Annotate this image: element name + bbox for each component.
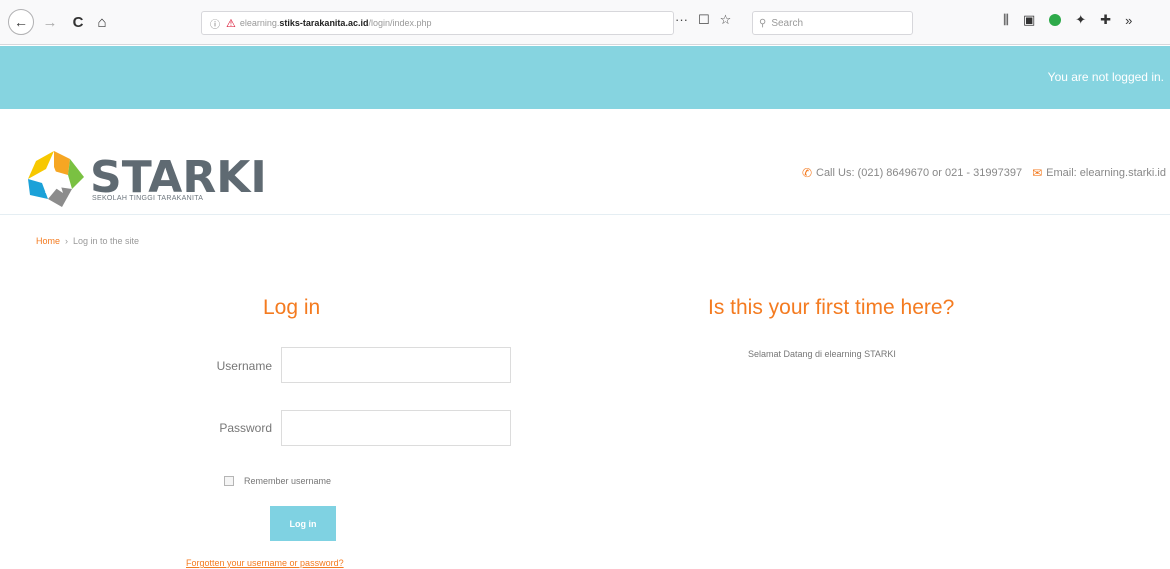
username-label: Username bbox=[216, 359, 272, 373]
login-submit-button[interactable]: Log in bbox=[270, 506, 336, 541]
first-time-heading: Is this your first time here? bbox=[708, 296, 955, 319]
reload-button[interactable]: C bbox=[66, 10, 90, 34]
home-button[interactable]: ⌂ bbox=[90, 10, 114, 34]
search-input[interactable]: ⚲ Search bbox=[752, 11, 913, 35]
breadcrumb-home-link[interactable]: Home bbox=[36, 236, 60, 246]
sidebar-icon[interactable]: ▣ bbox=[1023, 12, 1035, 28]
remember-checkbox[interactable] bbox=[224, 476, 234, 486]
top-navbar: You are not logged in. bbox=[0, 46, 1170, 109]
phone-icon: ✆ bbox=[801, 166, 812, 180]
starki-logo-icon bbox=[28, 151, 84, 207]
reload-icon: C bbox=[72, 13, 84, 31]
remember-username: Remember username bbox=[224, 476, 331, 486]
pocket-icon[interactable]: ☐ bbox=[698, 12, 710, 28]
password-label: Password bbox=[219, 421, 272, 435]
url-host: stiks-tarakanita.ac.id bbox=[279, 18, 369, 28]
insecure-lock-icon: ⚠ bbox=[226, 17, 236, 30]
site-header: STARKI SEKOLAH TINGGI TARAKANITA ✆ Call … bbox=[0, 109, 1170, 215]
browser-toolbar: ← → C ⌂ ⓘ ⚠ elearning. stiks-tarakanita.a… bbox=[0, 0, 1170, 45]
extension-puzzle-icon[interactable]: ✚ bbox=[1100, 12, 1111, 28]
login-status-text: You are not logged in. bbox=[1047, 70, 1164, 84]
url-path: /login/index.php bbox=[368, 18, 432, 28]
login-heading: Log in bbox=[263, 296, 321, 319]
overflow-menu-icon[interactable]: » bbox=[1125, 13, 1132, 28]
remember-label: Remember username bbox=[244, 476, 332, 486]
extension-green-icon[interactable] bbox=[1049, 14, 1062, 26]
search-placeholder: Search bbox=[771, 17, 804, 29]
toolbar-icons: ⫼ ▣ ✦ ✚ » bbox=[1003, 12, 1132, 28]
page-actions-menu-icon[interactable]: ··· bbox=[675, 12, 688, 28]
info-icon: ⓘ bbox=[210, 19, 220, 31]
username-input[interactable] bbox=[281, 347, 511, 383]
address-bar[interactable]: ⓘ ⚠ elearning. stiks-tarakanita.ac.id/log… bbox=[201, 11, 674, 35]
password-input[interactable] bbox=[281, 410, 511, 446]
call-text: Call Us: (021) 8649670 or 021 - 31997397 bbox=[816, 167, 1023, 179]
url-prefix: elearning. bbox=[239, 18, 280, 28]
extension-icon[interactable]: ✦ bbox=[1075, 12, 1086, 28]
breadcrumb: Home › Log in to the site bbox=[36, 236, 139, 246]
breadcrumb-separator: › bbox=[65, 236, 69, 246]
logo-title: STARKI bbox=[90, 152, 267, 203]
email-text[interactable]: Email: elearning.starki.id bbox=[1046, 167, 1166, 179]
back-button[interactable]: ← bbox=[8, 9, 34, 35]
search-icon: ⚲ bbox=[759, 17, 767, 29]
forward-button[interactable]: → bbox=[38, 10, 62, 34]
bookmark-star-icon[interactable]: ☆ bbox=[720, 12, 732, 28]
forward-arrow-icon: → bbox=[42, 13, 58, 31]
back-arrow-icon: ← bbox=[14, 14, 28, 30]
forgot-password-link[interactable]: Forgotten your username or password? bbox=[186, 558, 344, 568]
breadcrumb-current: Log in to the site bbox=[73, 236, 140, 246]
email-icon: ✉ bbox=[1032, 166, 1043, 180]
contact-info: ✆ Call Us: (021) 8649670 or 021 - 319973… bbox=[802, 166, 1166, 180]
logo-subtitle: SEKOLAH TINGGI TARAKANITA bbox=[92, 195, 204, 202]
welcome-text: Selamat Datang di elearning STARKI bbox=[748, 349, 896, 359]
page-actions: ··· ☐ ☆ bbox=[675, 12, 731, 28]
library-icon[interactable]: ⫼ bbox=[1003, 12, 1009, 28]
home-icon: ⌂ bbox=[97, 13, 107, 31]
